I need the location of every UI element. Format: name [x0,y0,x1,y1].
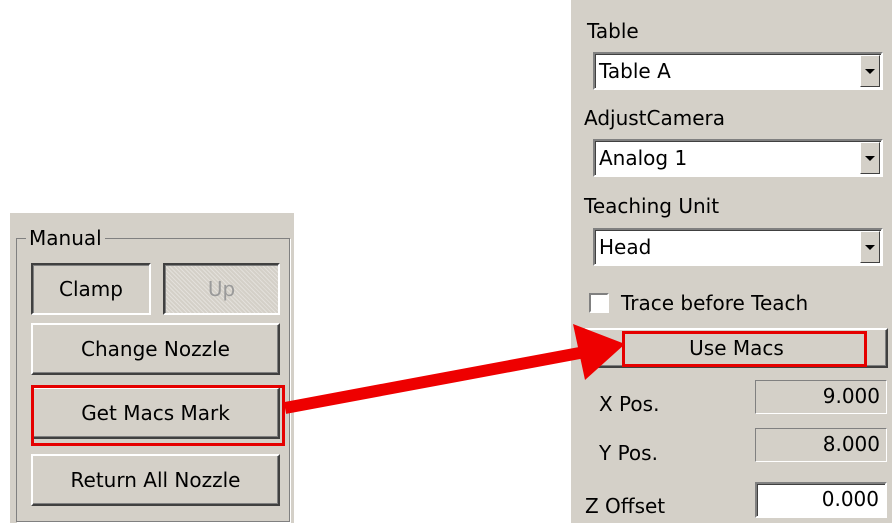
annotation-arrow [283,324,625,414]
